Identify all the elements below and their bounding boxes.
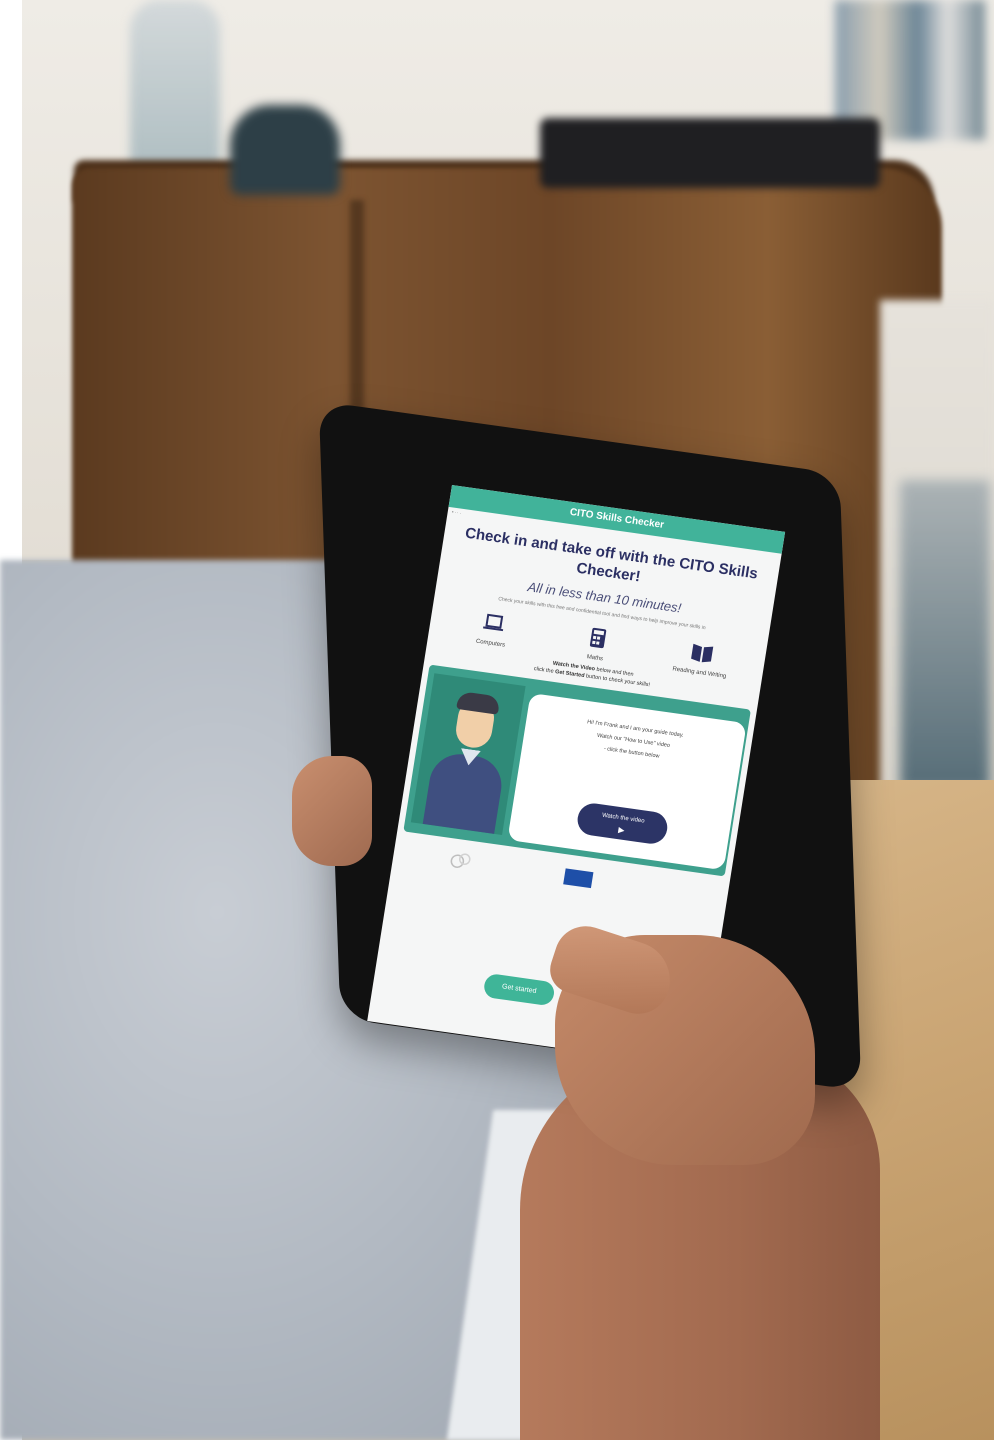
- blurred-chair: [900, 480, 990, 790]
- laptop-icon: [482, 613, 503, 632]
- instruction-bold: Get Started: [554, 669, 585, 680]
- guide-speech-bubble: Hi! I'm Frank and I am your guide today.…: [507, 692, 747, 871]
- book-icon: [691, 643, 714, 663]
- calculator-icon: [589, 627, 607, 649]
- avatar-body: [422, 750, 506, 834]
- get-started-button[interactable]: Get started: [482, 972, 556, 1007]
- status-indicator: • ·· ·: [451, 509, 462, 517]
- watch-video-label: Watch the video: [601, 812, 645, 825]
- guide-frame: [410, 673, 526, 836]
- blurred-object: [230, 105, 340, 195]
- instruction-text: click the: [533, 666, 556, 675]
- left-hand: [292, 756, 372, 866]
- eu-flag-icon: [563, 868, 594, 889]
- blurred-box: [540, 118, 880, 188]
- partner-logo-icon: [450, 853, 471, 868]
- play-icon: ▶: [617, 825, 626, 835]
- watch-video-button[interactable]: Watch the video ▶: [575, 801, 670, 846]
